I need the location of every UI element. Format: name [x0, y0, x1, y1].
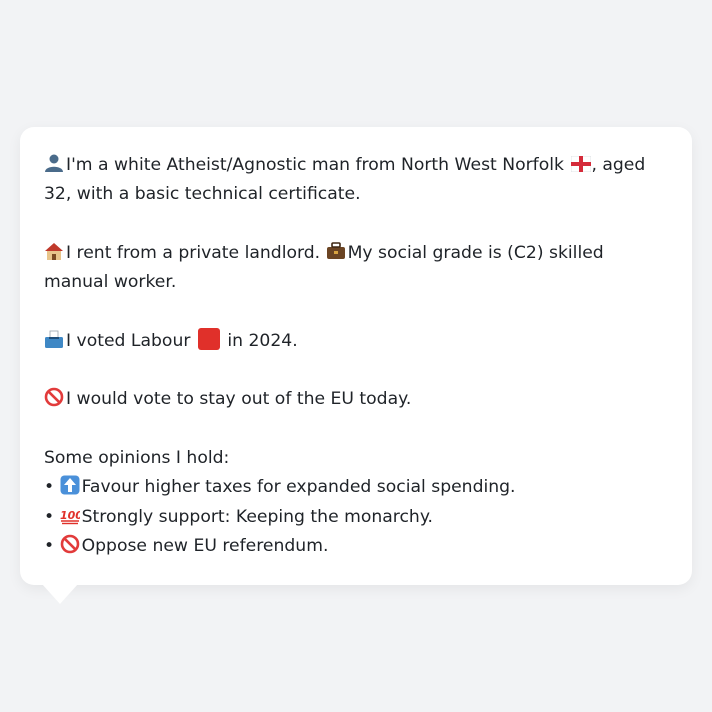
profile-chat-bubble: I'm a white Atheist/Agnostic man from No… — [20, 127, 692, 585]
prohibited-icon — [44, 385, 64, 414]
vote-paragraph: I voted Labour in 2024. — [44, 327, 668, 356]
opinion-text: Strongly support: Keeping the monarchy. — [81, 506, 434, 527]
bullet: • — [44, 477, 55, 498]
vote-text-after: in 2024. — [227, 330, 298, 351]
england-flag-icon — [571, 153, 592, 173]
bullet: • — [44, 506, 55, 527]
ballot-box-icon — [44, 327, 64, 356]
bullet: • — [44, 535, 55, 556]
list-item: • 100 Strongly support: Keeping the mona… — [44, 503, 668, 532]
opinion-text: Oppose new EU referendum. — [81, 535, 329, 556]
housing-text: I rent from a private landlord. — [66, 242, 321, 263]
house-icon — [44, 239, 64, 268]
intro-text: I'm a white Atheist/Agnostic man from No… — [66, 155, 564, 175]
list-item: • Oppose new EU referendum. — [44, 532, 668, 561]
list-item: • Favour higher taxes for expanded socia… — [44, 473, 668, 502]
housing-paragraph: I rent from a private landlord. My socia… — [44, 239, 668, 298]
opinion-text: Favour higher taxes for expanded social … — [81, 477, 516, 498]
eu-text: I would vote to stay out of the EU today… — [66, 389, 412, 410]
opinions-list: • Favour higher taxes for expanded socia… — [44, 473, 668, 561]
eu-paragraph: I would vote to stay out of the EU today… — [44, 385, 668, 414]
intro-paragraph: I'm a white Atheist/Agnostic man from No… — [44, 151, 668, 210]
svg-text:100: 100 — [60, 509, 80, 522]
hundred-points-icon: 100 — [60, 503, 83, 532]
briefcase-icon — [326, 239, 346, 268]
opinions-heading: Some opinions I hold: — [44, 447, 230, 468]
prohibited-icon — [60, 532, 80, 561]
bubble-tail — [42, 584, 78, 604]
up-arrow-icon — [60, 473, 80, 502]
person-silhouette-icon — [44, 151, 64, 180]
vote-text-before: I voted Labour — [66, 330, 191, 351]
red-square-icon — [197, 327, 220, 350]
